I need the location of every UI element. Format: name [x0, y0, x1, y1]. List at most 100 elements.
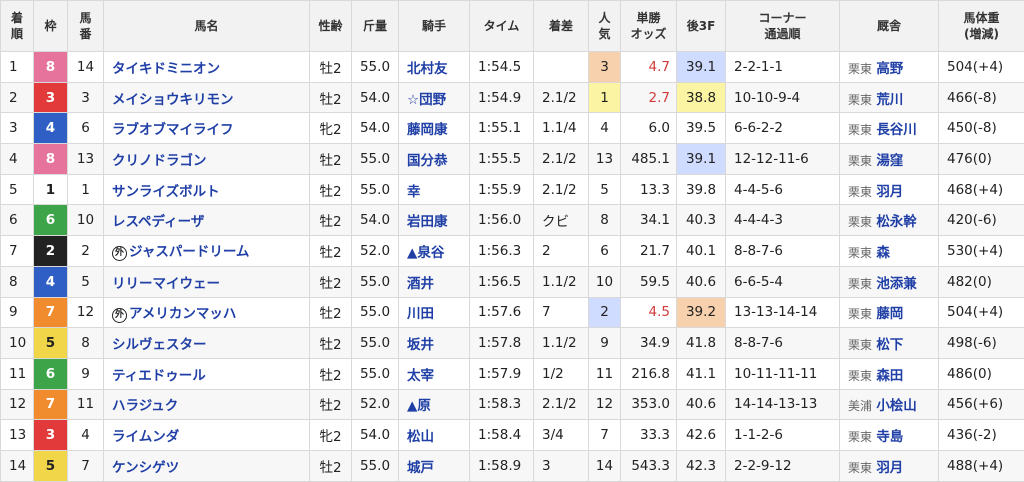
- col-umaban[interactable]: 馬番: [68, 1, 104, 52]
- col-body-weight[interactable]: 馬体重(増減): [939, 1, 1024, 52]
- stable-cell: 栗東 長谷川: [840, 113, 939, 144]
- jockey-link[interactable]: ▲原: [399, 389, 470, 420]
- odds-cell: 33.3: [621, 420, 677, 451]
- trainer-link[interactable]: 森田: [876, 368, 903, 384]
- trainer-link[interactable]: 羽月: [876, 460, 903, 476]
- horse-name-link[interactable]: アメリカンマッハ: [129, 306, 236, 322]
- horse-name-cell[interactable]: シルヴェスター: [104, 328, 310, 359]
- horse-name-link[interactable]: メイショウキリモン: [112, 92, 234, 108]
- trainer-link[interactable]: 寺島: [876, 429, 903, 445]
- horse-name-cell[interactable]: レスペディーザ: [104, 205, 310, 236]
- horse-name-cell[interactable]: ラブオブマイライフ: [104, 113, 310, 144]
- col-margin[interactable]: 着差: [534, 1, 589, 52]
- trainer-link[interactable]: 松永幹: [876, 214, 917, 230]
- horse-name-cell[interactable]: 外アメリカンマッハ: [104, 297, 310, 328]
- jockey-link[interactable]: 松山: [399, 420, 470, 451]
- stable-cell: 栗東 寺島: [840, 420, 939, 451]
- horse-name-link[interactable]: サンライズボルト: [112, 184, 220, 200]
- horse-name-cell[interactable]: メイショウキリモン: [104, 82, 310, 113]
- horse-name-link[interactable]: ライムンダ: [112, 429, 179, 445]
- trainer-link[interactable]: 羽月: [876, 184, 903, 200]
- time-cell: 1:56.0: [470, 205, 534, 236]
- rank-cell: 11: [1, 358, 34, 389]
- col-popularity[interactable]: 人気: [589, 1, 621, 52]
- sex-age-cell: 牝2: [310, 113, 352, 144]
- col-sex-age[interactable]: 性齢: [310, 1, 352, 52]
- col-jockey[interactable]: 騎手: [399, 1, 470, 52]
- foreign-horse-icon: 外: [112, 308, 127, 323]
- jockey-link[interactable]: 藤岡康: [399, 113, 470, 144]
- col-stable[interactable]: 厩舎: [840, 1, 939, 52]
- jockey-link[interactable]: 城戸: [399, 450, 470, 481]
- jockey-link[interactable]: 幸: [399, 174, 470, 205]
- jockey-link[interactable]: ▲泉谷: [399, 236, 470, 267]
- jockey-link[interactable]: 川田: [399, 297, 470, 328]
- horse-name-link[interactable]: ケンシゲツ: [112, 460, 179, 476]
- trainer-link[interactable]: 長谷川: [876, 122, 917, 138]
- horse-name-link[interactable]: クリノドラゴン: [112, 153, 207, 169]
- stable-cell: 栗東 藤岡: [840, 297, 939, 328]
- trainer-link[interactable]: 藤岡: [876, 306, 903, 322]
- popularity-cell: 11: [589, 358, 621, 389]
- stable-cell: 栗東 湯窪: [840, 144, 939, 175]
- horse-name-link[interactable]: ハラジュク: [112, 398, 178, 414]
- horse-name-cell[interactable]: タイキドミニオン: [104, 52, 310, 83]
- col-horse-name[interactable]: 馬名: [104, 1, 310, 52]
- trainer-link[interactable]: 荒川: [876, 92, 903, 108]
- sex-age-cell: 牡2: [310, 328, 352, 359]
- horse-name-link[interactable]: レスペディーザ: [112, 214, 204, 230]
- jockey-link[interactable]: ☆団野: [399, 82, 470, 113]
- waku-badge: 3: [34, 420, 68, 451]
- margin-cell: 3/4: [534, 420, 589, 451]
- corner-cell: 8-8-7-6: [726, 328, 840, 359]
- trainer-link[interactable]: 松下: [876, 337, 903, 353]
- horse-name-link[interactable]: リリーマイウェー: [112, 276, 220, 292]
- horse-name-cell[interactable]: ライムンダ: [104, 420, 310, 451]
- col-time[interactable]: タイム: [470, 1, 534, 52]
- horse-name-link[interactable]: ラブオブマイライフ: [112, 122, 234, 138]
- jockey-link[interactable]: 坂井: [399, 328, 470, 359]
- col-rank[interactable]: 着順: [1, 1, 34, 52]
- sex-age-cell: 牡2: [310, 297, 352, 328]
- jockey-link[interactable]: 国分恭: [399, 144, 470, 175]
- col-odds[interactable]: 単勝オッズ: [621, 1, 677, 52]
- horse-name-cell[interactable]: ケンシゲツ: [104, 450, 310, 481]
- last3f-cell: 40.1: [677, 236, 726, 267]
- col-weight[interactable]: 斤量: [352, 1, 399, 52]
- col-waku[interactable]: 枠: [34, 1, 68, 52]
- time-cell: 1:58.3: [470, 389, 534, 420]
- trainer-link[interactable]: 高野: [876, 61, 903, 77]
- stable-cell: 栗東 荒川: [840, 82, 939, 113]
- trainer-link[interactable]: 森: [876, 245, 890, 261]
- horse-name-link[interactable]: タイキドミニオン: [112, 61, 220, 77]
- trainer-link[interactable]: 湯窪: [876, 153, 903, 169]
- corner-cell: 10-11-11-11: [726, 358, 840, 389]
- body-weight-cell: 530(+4): [939, 236, 1024, 267]
- corner-cell: 6-6-2-2: [726, 113, 840, 144]
- odds-cell: 34.9: [621, 328, 677, 359]
- horse-name-cell[interactable]: 外ジャスパードリーム: [104, 236, 310, 267]
- rank-cell: 14: [1, 450, 34, 481]
- odds-cell: 21.7: [621, 236, 677, 267]
- horse-name-link[interactable]: ジャスパードリーム: [129, 244, 249, 260]
- weight-cell: 55.0: [352, 52, 399, 83]
- trainer-link[interactable]: 池添兼: [876, 276, 917, 292]
- sex-age-cell: 牡2: [310, 144, 352, 175]
- col-corner[interactable]: コーナー通過順: [726, 1, 840, 52]
- horse-name-link[interactable]: ティエドゥール: [112, 368, 206, 384]
- col-last3f[interactable]: 後3F: [677, 1, 726, 52]
- horse-name-cell[interactable]: ティエドゥール: [104, 358, 310, 389]
- popularity-cell: 5: [589, 174, 621, 205]
- last3f-cell: 39.8: [677, 174, 726, 205]
- trainer-link[interactable]: 小桧山: [876, 398, 917, 414]
- jockey-link[interactable]: 北村友: [399, 52, 470, 83]
- jockey-link[interactable]: 岩田康: [399, 205, 470, 236]
- horse-name-cell[interactable]: リリーマイウェー: [104, 266, 310, 297]
- horse-name-cell[interactable]: クリノドラゴン: [104, 144, 310, 175]
- jockey-link[interactable]: 太宰: [399, 358, 470, 389]
- region-label: 栗東: [848, 123, 872, 137]
- horse-name-link[interactable]: シルヴェスター: [112, 337, 207, 353]
- jockey-link[interactable]: 酒井: [399, 266, 470, 297]
- horse-name-cell[interactable]: ハラジュク: [104, 389, 310, 420]
- horse-name-cell[interactable]: サンライズボルト: [104, 174, 310, 205]
